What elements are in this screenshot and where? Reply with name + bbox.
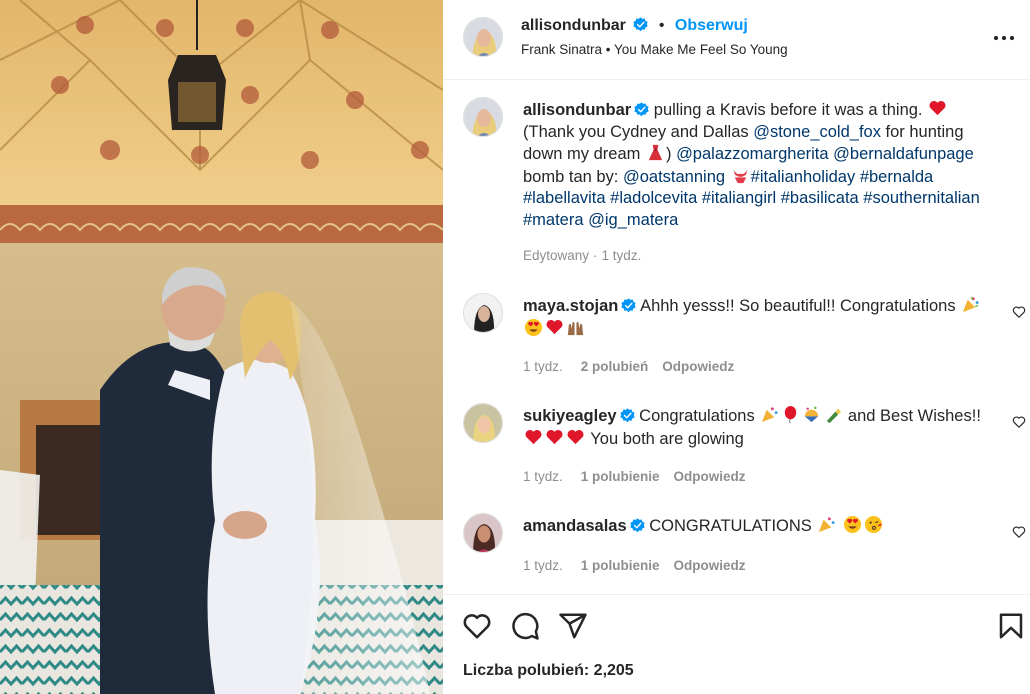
- comment-text: sukiyeagley Congratulations and Best Wis…: [523, 405, 981, 448]
- like-comment-heart-icon[interactable]: [1012, 415, 1026, 429]
- red-heart-emoji-icon: [525, 429, 542, 444]
- comment-avatar[interactable]: [463, 293, 503, 333]
- heart-eyes-emoji-icon: [524, 318, 543, 336]
- like-comment-heart-icon[interactable]: [1012, 305, 1026, 319]
- bookmark-icon[interactable]: [996, 611, 1026, 641]
- post-header: allisondunbar • Obserwuj Frank Sinatra •…: [443, 0, 1030, 80]
- comment-time[interactable]: 1 tydz.: [523, 469, 563, 484]
- comment-likes[interactable]: 2 polubień: [581, 359, 649, 374]
- raising-hands-emoji-icon: [567, 321, 584, 335]
- author-avatar[interactable]: [463, 17, 503, 57]
- follow-button[interactable]: Obserwuj: [675, 17, 748, 34]
- red-heart-emoji-icon: [929, 100, 946, 116]
- heart-icon[interactable]: [462, 611, 492, 641]
- party-popper-emoji-icon: [963, 296, 979, 313]
- comment-meta: 1 tydz. 1 polubienie Odpowiedz: [523, 469, 746, 484]
- verified-badge-icon: [621, 298, 636, 313]
- confetti-ball-emoji-icon: [805, 406, 819, 423]
- caption-meta: Edytowany · 1 tydz.: [523, 248, 642, 263]
- mention-link[interactable]: @bernaldafunpage: [833, 145, 974, 163]
- heart-eyes-emoji-icon: [843, 515, 862, 534]
- more-horizontal-icon[interactable]: [992, 28, 1016, 48]
- likes-count[interactable]: Liczba polubień: 2,205: [463, 662, 634, 680]
- caption-time[interactable]: 1 tydz.: [602, 248, 642, 263]
- header-separator: •: [658, 17, 665, 34]
- comment-meta: 1 tydz. 1 polubienie Odpowiedz: [523, 558, 746, 573]
- red-heart-emoji-icon: [546, 429, 563, 444]
- mention-link[interactable]: @ig_matera: [588, 211, 678, 229]
- comment-text: maya.stojan Ahhh yesss!! So beautiful!! …: [523, 295, 985, 340]
- comment-time[interactable]: 1 tydz.: [523, 359, 563, 374]
- mention-link[interactable]: @stone_cold_fox: [753, 123, 881, 141]
- champagne-emoji-icon: [827, 408, 842, 424]
- red-heart-emoji-icon: [567, 429, 584, 444]
- comment-likes[interactable]: 1 polubienie: [581, 558, 660, 573]
- comment-text: amandasalas CONGRATULATIONS: [523, 515, 985, 538]
- comment-avatar[interactable]: [463, 513, 503, 553]
- edited-label: Edytowany: [523, 248, 590, 263]
- party-popper-emoji-icon: [819, 517, 835, 533]
- comment-avatar[interactable]: [463, 403, 503, 443]
- comment-icon[interactable]: [510, 611, 540, 641]
- reply-button[interactable]: Odpowiedz: [662, 359, 734, 374]
- reply-button[interactable]: Odpowiedz: [674, 469, 746, 484]
- verified-badge-icon: [634, 102, 649, 117]
- comment-time[interactable]: 1 tydz.: [523, 558, 563, 573]
- party-popper-emoji-icon: [762, 407, 778, 423]
- verified-badge-icon: [619, 408, 635, 423]
- mention-link[interactable]: @palazzomargherita: [676, 145, 829, 163]
- verified-badge-icon: [633, 17, 648, 32]
- caption-username[interactable]: allisondunbar: [523, 101, 631, 119]
- kissing-face-emoji-icon: [864, 515, 883, 534]
- post-photo[interactable]: [0, 0, 443, 694]
- post-actions-bar: Liczba polubień: 2,205: [443, 594, 1030, 694]
- comment-meta: 1 tydz. 2 polubień Odpowiedz: [523, 359, 734, 374]
- mention-link[interactable]: @oatstanning: [623, 168, 725, 186]
- comment-username[interactable]: sukiyeagley: [523, 407, 617, 425]
- comment-username[interactable]: amandasalas: [523, 517, 627, 535]
- comment-username[interactable]: maya.stojan: [523, 297, 618, 315]
- like-comment-heart-icon[interactable]: [1012, 525, 1026, 539]
- bikini-emoji-icon: [733, 169, 747, 183]
- dress-emoji-icon: [648, 144, 663, 161]
- share-icon[interactable]: [558, 611, 588, 641]
- caption-avatar[interactable]: [463, 97, 503, 137]
- verified-badge-icon: [630, 518, 645, 533]
- reply-button[interactable]: Odpowiedz: [674, 558, 746, 573]
- balloon-emoji-icon: [785, 405, 797, 424]
- audio-track-link[interactable]: Frank Sinatra • You Make Me Feel So Youn…: [521, 42, 788, 57]
- caption-text: allisondunbar pulling a Kravis before it…: [523, 100, 980, 229]
- author-username[interactable]: allisondunbar: [521, 17, 626, 34]
- post-photo-image: [0, 0, 443, 694]
- red-heart-emoji-icon: [546, 319, 563, 334]
- post-panel: allisondunbar • Obserwuj Frank Sinatra •…: [443, 0, 1030, 694]
- comment-likes[interactable]: 1 polubienie: [581, 469, 660, 484]
